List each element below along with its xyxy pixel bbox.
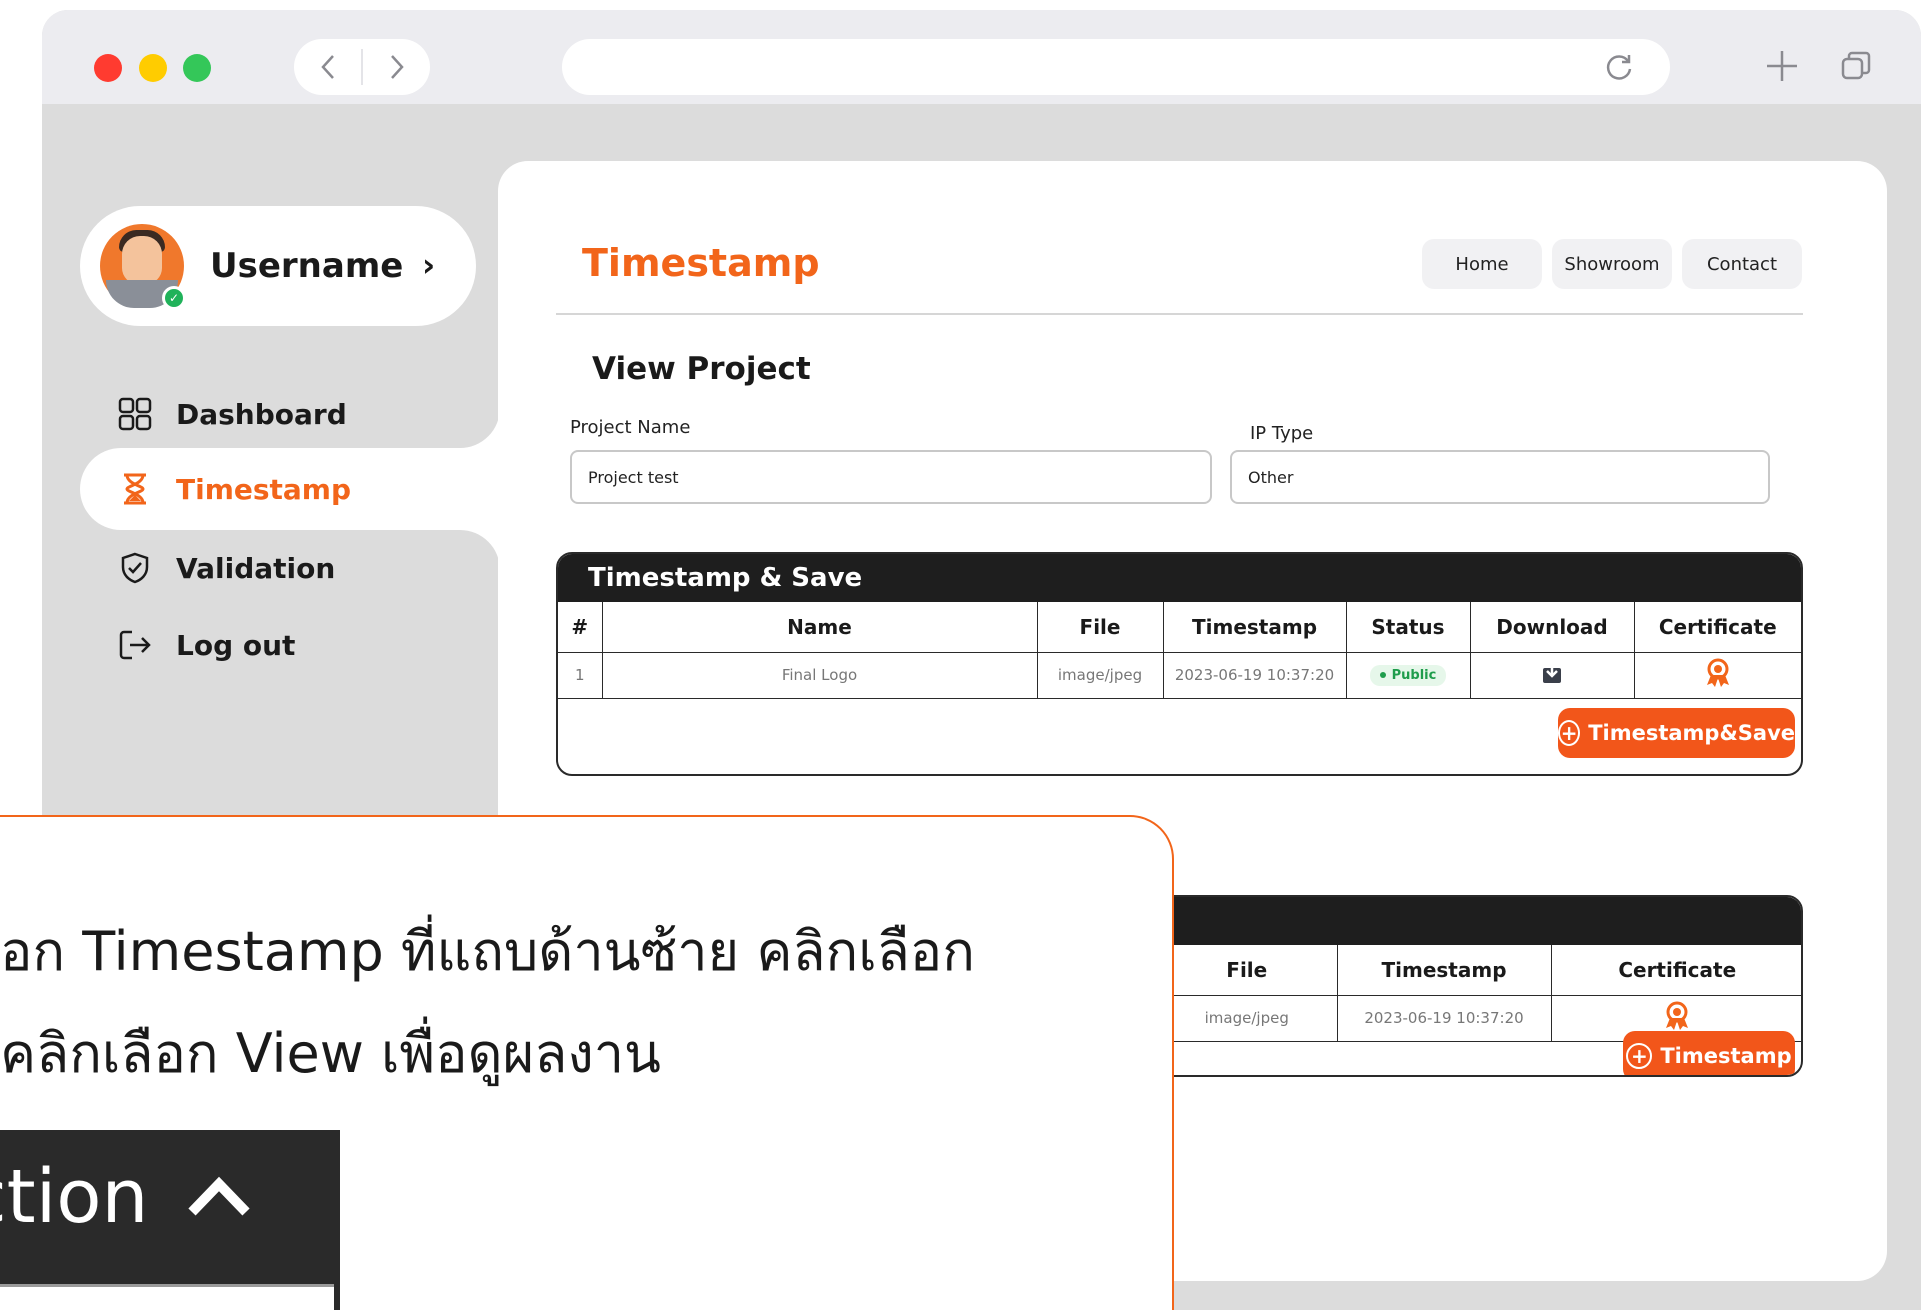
browser-toolbar <box>42 10 1921 104</box>
instruction-line-1: อก Timestamp ที่แถบด้านซ้าย คลิกเลือก <box>0 920 975 983</box>
chevron-left-icon <box>320 55 334 79</box>
timestamp-save-button[interactable]: + Timestamp&Save <box>1558 708 1795 758</box>
row-certificate <box>1633 651 1801 699</box>
certificate-award-icon[interactable] <box>1705 658 1731 688</box>
page-title: Timestamp <box>582 241 820 285</box>
button-label: Timestamp <box>1660 1044 1792 1068</box>
sidebar-item-label: Validation <box>176 551 336 585</box>
column-header: Name <box>601 602 1038 653</box>
plus-circle-icon: + <box>1626 1043 1653 1069</box>
sidebar-item-label: Log out <box>176 628 296 662</box>
nav-contact-button[interactable]: Contact <box>1682 239 1802 289</box>
back-button[interactable] <box>294 39 361 95</box>
plus-circle-icon: + <box>1558 720 1581 746</box>
header-divider <box>556 313 1803 315</box>
button-label: Timestamp&Save <box>1588 721 1795 745</box>
section-title: View Project <box>592 351 811 387</box>
column-header: File <box>1157 945 1338 996</box>
sidebar-item-timestamp[interactable]: Timestamp <box>118 469 351 509</box>
sidebar-item-validation[interactable]: Validation <box>118 548 335 588</box>
username: Username <box>210 246 404 286</box>
instruction-line-2: คลิกเลือก View เพื่อดูผลงาน <box>0 1022 661 1085</box>
project-name-label: Project Name <box>570 417 691 438</box>
ip-type-label: IP Type <box>1250 423 1314 444</box>
row-status: Public <box>1345 651 1471 699</box>
row-file: image/jpeg <box>1036 651 1164 699</box>
status-dot-icon <box>1379 672 1386 679</box>
avatar: ✓ <box>100 224 186 310</box>
avatar-face <box>122 236 162 284</box>
project-name-field[interactable]: Project test <box>570 450 1212 504</box>
forward-button[interactable] <box>363 39 430 95</box>
zoom-window-button[interactable] <box>183 54 211 82</box>
row-download <box>1469 651 1635 699</box>
online-check-icon: ✓ <box>162 286 186 310</box>
nav-home-button[interactable]: Home <box>1422 239 1542 289</box>
ip-type-field[interactable]: Other <box>1230 450 1770 504</box>
column-header: # <box>558 602 603 653</box>
status-badge: Public <box>1369 664 1447 686</box>
address-bar[interactable] <box>562 39 1670 95</box>
table-row: 1 Final Logo image/jpeg 2023-06-19 10:37… <box>558 651 1801 699</box>
active-tab-curve-bottom <box>460 530 500 570</box>
dashboard-icon <box>118 397 152 431</box>
chevron-right-icon[interactable]: › <box>422 246 435 284</box>
chevron-right-icon <box>390 55 404 79</box>
row-name: Final Logo <box>601 651 1038 699</box>
column-header: Status <box>1345 602 1471 653</box>
action-dropdown-crop: ction <box>0 1130 340 1310</box>
column-header: Download <box>1469 602 1635 653</box>
minimize-window-button[interactable] <box>139 54 167 82</box>
plus-icon[interactable] <box>1764 48 1800 84</box>
tabs-icon[interactable] <box>1840 50 1872 82</box>
active-tab-curve-top <box>460 408 500 448</box>
column-header: Timestamp <box>1162 602 1347 653</box>
chevron-up-icon <box>188 1176 250 1216</box>
download-icon[interactable] <box>1542 662 1562 684</box>
row-file: image/jpeg <box>1157 994 1338 1042</box>
row-timestamp: 2023-06-19 10:37:20 <box>1162 651 1347 699</box>
sidebar-item-label: Timestamp <box>176 472 352 506</box>
logout-icon <box>119 630 151 660</box>
status-text: Public <box>1391 667 1437 683</box>
user-profile-card[interactable]: ✓ Username › <box>80 206 476 326</box>
dropdown-menu-edge <box>0 1284 334 1310</box>
row-timestamp: 2023-06-19 10:37:20 <box>1336 994 1552 1042</box>
sidebar-item-dashboard[interactable]: Dashboard <box>118 394 347 434</box>
history-nav <box>294 39 430 95</box>
close-window-button[interactable] <box>94 54 122 82</box>
sidebar-item-label: Dashboard <box>176 397 347 431</box>
column-header: File <box>1036 602 1164 653</box>
hourglass-icon <box>124 473 146 505</box>
shield-check-icon <box>121 552 149 584</box>
column-header: Timestamp <box>1336 945 1552 996</box>
sidebar-item-logout[interactable]: Log out <box>118 625 295 665</box>
timestamp-button[interactable]: + Timestamp <box>1623 1031 1795 1075</box>
action-dropdown-label: ction <box>0 1154 149 1240</box>
row-number: 1 <box>558 651 603 699</box>
timestamp-save-table: # Name File Timestamp Status Download Ce… <box>558 602 1801 699</box>
card-title: Timestamp & Save <box>558 554 1801 602</box>
certificate-award-icon[interactable] <box>1664 1001 1690 1031</box>
reload-icon[interactable] <box>1604 52 1634 82</box>
nav-showroom-button[interactable]: Showroom <box>1552 239 1672 289</box>
timestamp-table: File Timestamp Certificate image/jpeg 20… <box>1157 945 1801 1042</box>
column-header: Certificate <box>1633 602 1801 653</box>
timestamp-save-card: Timestamp & Save # Name File Timestamp S… <box>556 552 1803 776</box>
column-header: Certificate <box>1550 945 1801 996</box>
